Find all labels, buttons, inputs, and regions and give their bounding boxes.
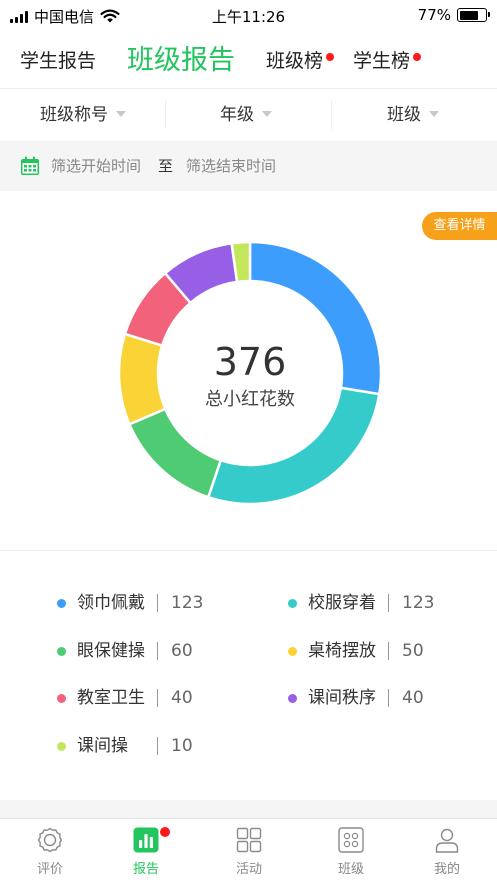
legend-separator (157, 689, 158, 707)
total-flowers-value: 376 (213, 340, 287, 384)
class-select[interactable]: 班级 (387, 89, 439, 141)
tab-student-report[interactable]: 学生报告 (20, 36, 96, 86)
legend-value: 40 (402, 688, 424, 708)
battery-icon (457, 8, 490, 22)
evaluate-icon (37, 827, 63, 853)
legend-dot (288, 599, 297, 608)
activity-icon (236, 827, 262, 853)
chevron-down-icon (116, 111, 126, 117)
legend-name: 领巾佩戴 (77, 593, 145, 613)
calendar-icon (21, 156, 39, 175)
donut-segment (127, 407, 223, 499)
legend-dot (288, 694, 297, 703)
report-icon (133, 827, 159, 853)
class-ranking-badge (326, 53, 334, 61)
class-icon (338, 827, 364, 853)
status-bar: 中国电信 上午11:26 77% (0, 0, 497, 32)
legend-value: 50 (402, 641, 424, 661)
class-select-label: 班级 (387, 105, 421, 125)
legend-name: 课间操 (77, 736, 128, 756)
nav-label: 我的 (433, 862, 460, 877)
status-right: 77% (417, 6, 490, 24)
grade-select[interactable]: 年级 (220, 89, 272, 141)
title-select[interactable]: 班级称号 (40, 89, 126, 141)
tab-class-report[interactable]: 班级报告 (127, 36, 235, 86)
legend-value: 123 (171, 593, 204, 613)
nav-label: 班级 (337, 862, 364, 877)
legend-name: 课间秩序 (308, 688, 376, 708)
legend-value: 10 (171, 736, 193, 756)
nav-label: 活动 (235, 862, 262, 877)
divider (165, 101, 166, 129)
legend-separator (388, 689, 389, 707)
grade-select-label: 年级 (220, 105, 254, 125)
legend-separator (388, 642, 389, 660)
nav-profile[interactable]: 我的 (407, 819, 487, 883)
tab-student-ranking[interactable]: 学生榜 (353, 36, 410, 86)
date-range-bar: 筛选开始时间 至 筛选结束时间 (0, 141, 497, 191)
legend-dot (288, 647, 297, 656)
legend-dot (57, 647, 66, 656)
filter-row: 班级称号 年级 班级 (0, 88, 497, 140)
legend-name: 桌椅摆放 (308, 641, 376, 661)
date-separator: 至 (158, 157, 174, 175)
legend-value: 123 (402, 593, 435, 613)
legend-value: 40 (171, 688, 193, 708)
legend-separator (388, 594, 389, 612)
report-tabs: 学生报告 班级报告 班级榜 学生榜 (0, 36, 497, 86)
divider (0, 550, 497, 551)
title-select-label: 班级称号 (40, 105, 108, 125)
legend-value: 60 (171, 641, 193, 661)
legend-separator (157, 642, 158, 660)
legend-name: 校服穿着 (308, 593, 376, 613)
tab-class-ranking[interactable]: 班级榜 (266, 36, 323, 86)
nav-report[interactable]: 报告 (106, 819, 186, 883)
chevron-down-icon (262, 111, 272, 117)
profile-icon (435, 828, 459, 853)
view-details-button[interactable]: 查看详情 (422, 212, 497, 240)
nav-activity[interactable]: 活动 (209, 819, 289, 883)
legend-separator (157, 737, 158, 755)
legend-name: 眼保健操 (77, 641, 145, 661)
report-badge (160, 827, 170, 837)
student-ranking-badge (413, 53, 421, 61)
legend-name: 教室卫生 (77, 688, 145, 708)
section-spacer (0, 800, 497, 818)
bottom-nav: 评价 报告 活动 班级 我的 (0, 818, 497, 883)
legend-dot (57, 599, 66, 608)
legend-dot (57, 742, 66, 751)
end-date-field[interactable]: 筛选结束时间 (186, 156, 276, 176)
legend-separator (157, 594, 158, 612)
battery-percent: 77% (417, 6, 451, 24)
start-date-field[interactable]: 筛选开始时间 (51, 156, 141, 176)
chevron-down-icon (429, 111, 439, 117)
nav-label: 报告 (132, 862, 159, 877)
total-flowers-label: 总小红花数 (205, 389, 295, 410)
nav-class[interactable]: 班级 (311, 819, 391, 883)
nav-evaluate[interactable]: 评价 (10, 819, 90, 883)
legend-dot (57, 694, 66, 703)
nav-label: 评价 (36, 862, 63, 877)
divider (331, 101, 332, 129)
